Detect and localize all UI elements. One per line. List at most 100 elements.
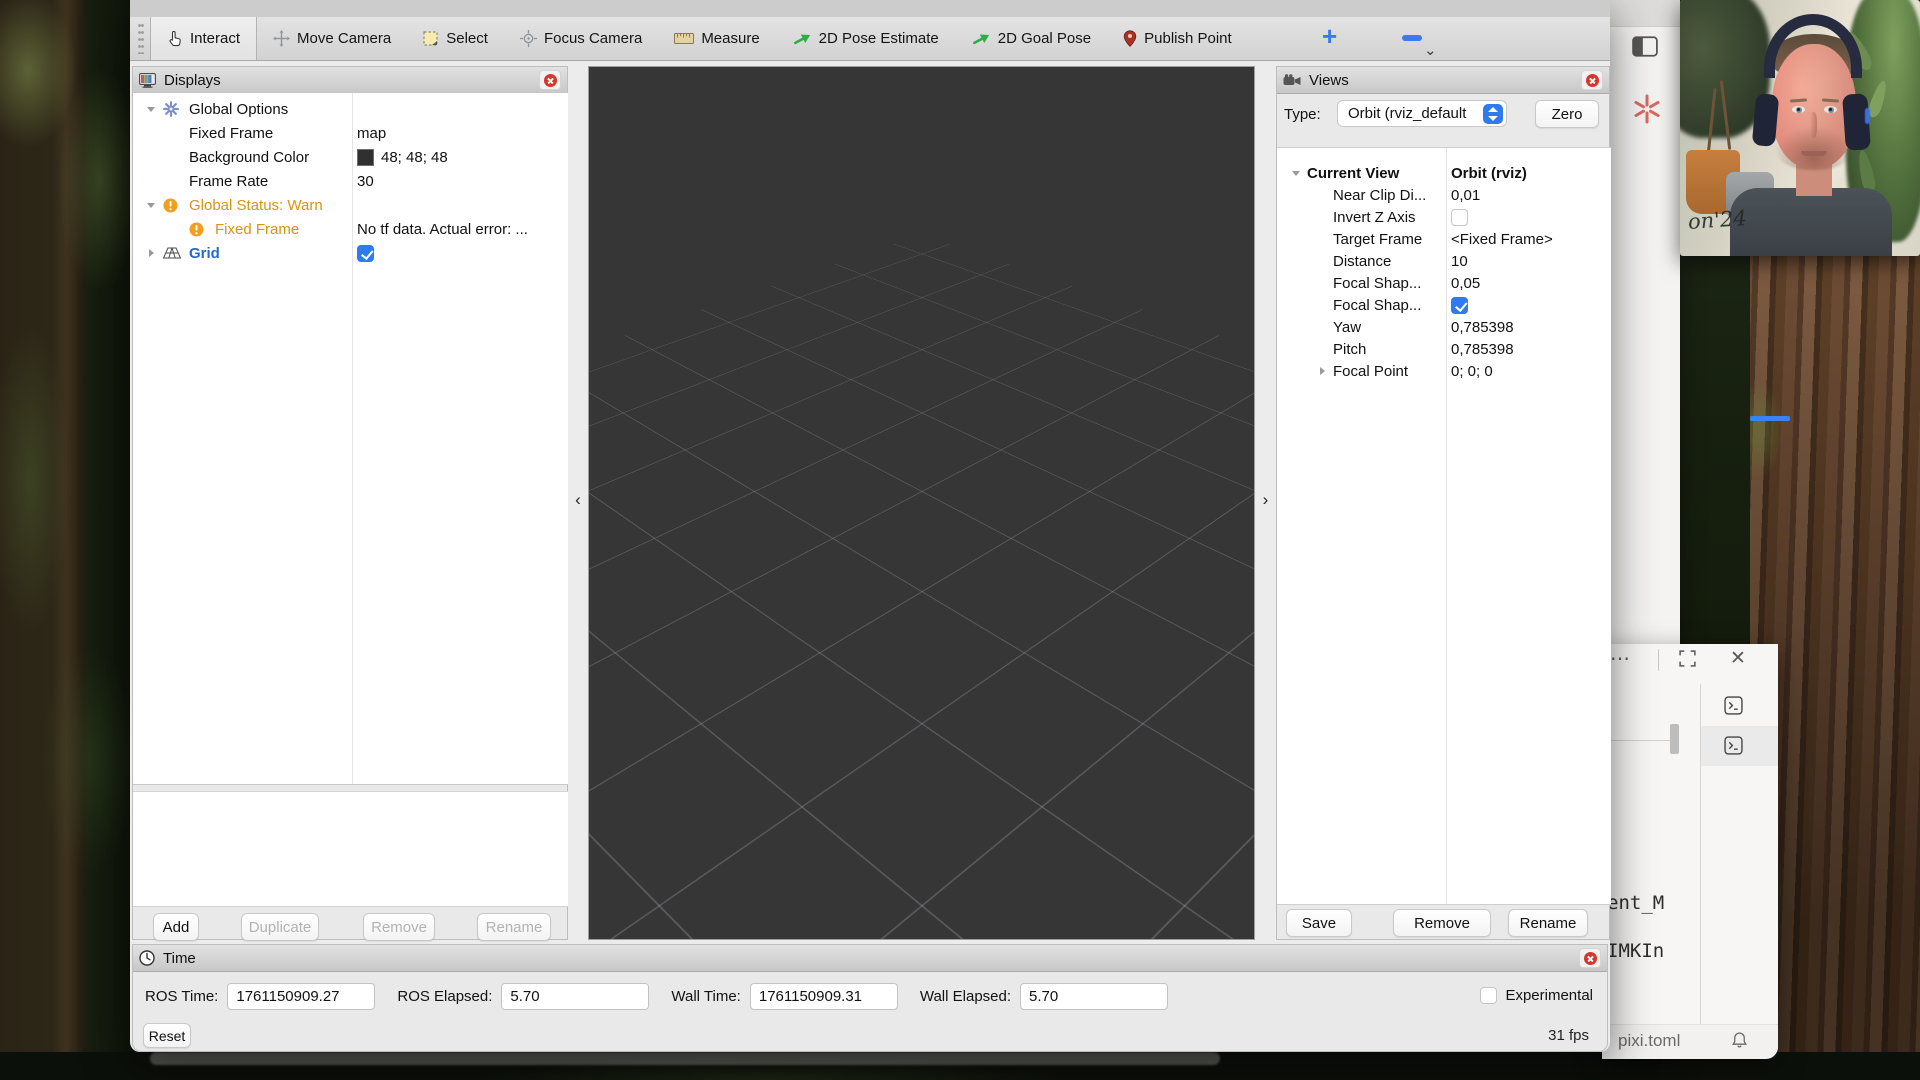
statusbar-filename[interactable]: pixi.toml [1618, 1031, 1680, 1051]
property-value[interactable]: Orbit (rviz) [1451, 165, 1608, 182]
property-value[interactable] [357, 245, 565, 262]
chevron-down-icon[interactable] [139, 203, 163, 208]
duplicate-button: Duplicate [241, 913, 319, 941]
views-row-target-frame[interactable]: Target Frame<Fixed Frame> [1277, 228, 1611, 250]
time-panel-titlebar[interactable]: Time [133, 945, 1607, 972]
remove-view-button[interactable]: Remove [1393, 909, 1491, 937]
ros-elapsed-field[interactable]: 5.70 [501, 983, 649, 1010]
close-panel-icon[interactable]: ✕ [1730, 647, 1746, 670]
displays-row-background-color[interactable]: Background Color 48; 48; 48 [133, 145, 569, 169]
property-value[interactable]: 0,785398 [1451, 341, 1608, 358]
property-value[interactable]: 0,01 [1451, 187, 1608, 204]
views-row-pitch[interactable]: Pitch0,785398 [1277, 338, 1611, 360]
property-value[interactable]: 10 [1451, 253, 1608, 270]
zero-button[interactable]: Zero [1535, 100, 1599, 128]
toolbar-drag-handle[interactable] [138, 24, 144, 54]
tool-label: Move Camera [297, 30, 391, 47]
view-type-dropdown[interactable]: Orbit (rviz_default [1337, 100, 1507, 127]
panel-toggle-icon[interactable] [1632, 36, 1658, 62]
displays-row-global-status-warn[interactable]: Global Status: Warn [133, 193, 569, 217]
views-row-yaw[interactable]: Yaw0,785398 [1277, 316, 1611, 338]
tool-2d-pose-estimate[interactable]: 2D Pose Estimate [776, 17, 955, 60]
save-view-button[interactable]: Save [1286, 909, 1352, 937]
views-row-invert-z-axis[interactable]: Invert Z Axis [1277, 206, 1611, 228]
left-panel-collapse-handle[interactable]: ‹ [568, 66, 588, 940]
tool-focus-camera[interactable]: Focus Camera [504, 17, 658, 60]
wall-elapsed-field[interactable]: 5.70 [1020, 983, 1168, 1010]
chevron-down-icon[interactable] [1285, 171, 1307, 176]
views-row-focal-shap[interactable]: Focal Shap... [1277, 294, 1611, 316]
views-panel-titlebar[interactable]: Views [1277, 67, 1609, 94]
remove-tool-button[interactable] [1402, 35, 1422, 41]
terminal-icon[interactable] [1724, 736, 1743, 760]
property-value[interactable] [1451, 297, 1608, 314]
displays-row-grid[interactable]: Grid [133, 241, 569, 265]
right-panel-collapse-handle[interactable]: › [1255, 66, 1276, 940]
property-value[interactable] [1451, 209, 1608, 226]
headphones-led [1865, 108, 1870, 124]
toolbar-overflow-chevron-icon[interactable]: ⌄ [1424, 41, 1437, 59]
property-value[interactable]: No tf data. Actual error: ... [357, 221, 565, 238]
displays-row-global-options[interactable]: Global Options [133, 97, 569, 121]
reset-button[interactable]: Reset [143, 1023, 191, 1048]
add-tool-button[interactable]: + [1322, 21, 1337, 52]
displays-panel: Displays Global OptionsFixed FramemapBac… [132, 66, 568, 940]
property-label: Global Options [189, 101, 288, 118]
code-text-fragment: ent_M [1607, 892, 1664, 914]
property-value-text: 0,05 [1451, 275, 1480, 292]
person-mouth [1801, 151, 1827, 156]
tool-move-camera[interactable]: Move Camera [257, 17, 407, 60]
tool-measure[interactable]: Measure [658, 17, 775, 60]
views-close-button[interactable] [1581, 70, 1603, 90]
property-value[interactable]: 0,05 [1451, 275, 1608, 292]
tool-publish-point[interactable]: Publish Point [1107, 17, 1248, 60]
add-button[interactable]: Add [153, 913, 199, 941]
wall-time-field[interactable]: 1761150909.31 [750, 983, 898, 1010]
controls-divider [1658, 649, 1659, 671]
views-row-current-view[interactable]: Current ViewOrbit (rviz) [1277, 162, 1611, 184]
chevron-right-icon[interactable] [1311, 367, 1333, 375]
property-label: Focal Shap... [1333, 275, 1421, 292]
tool-2d-goal-pose[interactable]: 2D Goal Pose [955, 17, 1107, 60]
property-label: Near Clip Di... [1333, 187, 1426, 204]
property-value-text: 0,785398 [1451, 341, 1514, 358]
views-row-focal-point[interactable]: Focal Point0; 0; 0 [1277, 360, 1611, 382]
displays-close-button[interactable] [539, 70, 561, 90]
property-value[interactable]: 0,785398 [1451, 319, 1608, 336]
render-viewport[interactable] [588, 66, 1255, 940]
person-iris [1796, 107, 1802, 113]
property-value[interactable]: 48; 48; 48 [357, 149, 565, 166]
displays-row-fixed-frame[interactable]: Fixed Framemap [133, 121, 569, 145]
experimental-label: Experimental [1505, 987, 1593, 1004]
property-value[interactable]: map [357, 125, 565, 142]
bell-icon[interactable] [1730, 1031, 1749, 1055]
rename-view-button[interactable]: Rename [1508, 909, 1588, 937]
chevron-down-icon[interactable] [139, 107, 163, 112]
maximize-panel-icon[interactable] [1678, 649, 1697, 673]
property-value[interactable]: 30 [357, 173, 565, 190]
scrollbar-thumb[interactable] [1670, 724, 1679, 754]
displays-panel-titlebar[interactable]: Displays [133, 67, 567, 94]
checkbox-checked[interactable] [1451, 297, 1468, 314]
headphones-earcup [1752, 93, 1779, 147]
checkbox-checked[interactable] [357, 245, 374, 262]
displays-row-fixed-frame[interactable]: Fixed FrameNo tf data. Actual error: ... [133, 217, 569, 241]
displays-row-frame-rate[interactable]: Frame Rate30 [133, 169, 569, 193]
chevron-right-icon[interactable] [139, 249, 163, 257]
property-label: Background Color [189, 149, 309, 166]
tool-interact[interactable]: Interact [150, 17, 257, 60]
terminal-icon[interactable] [1724, 696, 1743, 720]
views-row-distance[interactable]: Distance 10 [1277, 250, 1611, 272]
views-row-near-clip-di[interactable]: Near Clip Di... 0,01 [1277, 184, 1611, 206]
ros-time-field[interactable]: 1761150909.27 [227, 983, 375, 1010]
time-close-button[interactable] [1579, 948, 1601, 968]
more-actions-icon[interactable]: ⋯ [1610, 646, 1631, 671]
property-label: Distance [1333, 253, 1391, 270]
property-value[interactable]: 0; 0; 0 [1451, 363, 1608, 380]
tool-select[interactable]: Select [407, 17, 504, 60]
experimental-option[interactable]: Experimental [1480, 987, 1593, 1004]
experimental-checkbox[interactable] [1480, 987, 1497, 1004]
views-row-focal-shap[interactable]: Focal Shap... 0,05 [1277, 272, 1611, 294]
checkbox-unchecked[interactable] [1451, 209, 1468, 226]
property-value[interactable]: <Fixed Frame> [1451, 231, 1608, 248]
